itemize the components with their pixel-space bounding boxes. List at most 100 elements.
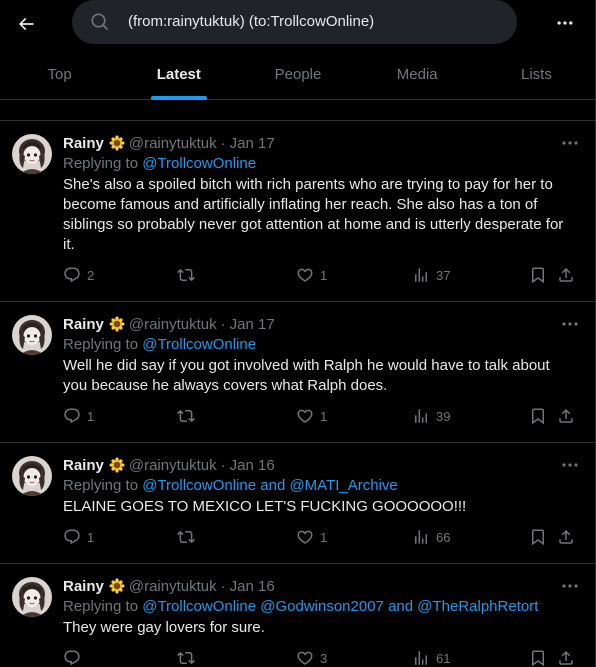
tweet[interactable]: Rainy @rainytuktuk · Jan 16 Replying to [0, 443, 595, 564]
replying-to-line: Replying to @TrollcowOnline and @MATI_Ar… [63, 476, 580, 496]
more-icon[interactable] [560, 578, 580, 594]
search-results-page: Rainy @rainytuktuk · Jan 17 Replying to [0, 0, 596, 667]
display-name[interactable]: Rainy [63, 457, 104, 474]
share-button[interactable] [557, 648, 575, 667]
retweet-button[interactable] [177, 527, 201, 547]
replying-to-users[interactable]: @TrollcowOnline [142, 336, 256, 353]
retweet-icon [177, 651, 195, 665]
display-name[interactable]: Rainy [63, 316, 104, 333]
views-icon [415, 530, 427, 544]
tab-label: Top [47, 66, 72, 83]
replying-to-users[interactable]: @TrollcowOnline @Godwinson2007 and @TheR… [142, 598, 538, 615]
tab-label: Latest [156, 66, 201, 83]
more-icon[interactable] [560, 135, 580, 151]
search-icon [91, 13, 109, 31]
display-name[interactable]: Rainy [63, 135, 104, 152]
reply-button[interactable]: 2 [63, 265, 94, 285]
tweet[interactable]: Rainy @rainytuktuk · Jan 17 Replying to [0, 121, 595, 302]
user-handle[interactable]: @rainytuktuk [129, 135, 217, 152]
tab-people[interactable]: People [238, 50, 357, 100]
share-button[interactable] [557, 265, 575, 285]
user-handle[interactable]: @rainytuktuk [129, 578, 217, 595]
share-button[interactable] [557, 527, 575, 547]
tab-lists[interactable]: Lists [477, 50, 595, 100]
tweet-actions: 2 1 37 [63, 265, 580, 301]
bookmark-button[interactable] [529, 265, 547, 285]
separator-dot: · [220, 134, 226, 152]
reply-icon [64, 267, 80, 283]
tab-label: Media [396, 66, 438, 83]
tab-top[interactable]: Top [0, 50, 119, 100]
tweet[interactable]: Rainy @rainytuktuk · Jan 17 Replying to [0, 302, 595, 443]
sunflower-icon [109, 135, 125, 151]
user-handle[interactable]: @rainytuktuk [129, 316, 217, 333]
bookmark-button[interactable] [529, 406, 547, 426]
view-count: 39 [436, 408, 451, 424]
share-icon [559, 267, 573, 282]
search-input[interactable]: (from:rainytuktuk) (to:TrollcowOnline) [72, 0, 517, 44]
like-button[interactable]: 3 [296, 648, 327, 667]
post-date[interactable]: Jan 17 [230, 135, 275, 152]
tab-media[interactable]: Media [358, 50, 477, 100]
avatar-image [12, 134, 52, 174]
tweet[interactable]: Rainy @rainytuktuk · Jan 16 Replying to [0, 564, 595, 667]
like-button[interactable]: 1 [296, 265, 327, 285]
views-icon [415, 268, 427, 282]
share-icon [559, 529, 573, 544]
bookmark-button[interactable] [529, 648, 547, 667]
views-button[interactable]: 39 [412, 406, 450, 426]
avatar[interactable] [12, 134, 52, 174]
display-name[interactable]: Rainy [63, 578, 104, 595]
tab-latest[interactable]: Latest [119, 50, 238, 100]
more-icon[interactable] [560, 457, 580, 473]
reply-icon [64, 529, 80, 545]
bookmark-button[interactable] [529, 527, 547, 547]
like-button[interactable]: 1 [296, 527, 327, 547]
reply-count: 2 [87, 267, 95, 283]
more-icon[interactable] [560, 316, 580, 332]
search-header: (from:rainytuktuk) (to:TrollcowOnline) T… [0, 0, 595, 100]
back-button[interactable] [8, 6, 44, 42]
post-date[interactable]: Jan 16 [230, 457, 275, 474]
retweet-button[interactable] [177, 406, 201, 426]
avatar[interactable] [12, 315, 52, 355]
avatar[interactable] [12, 577, 52, 617]
post-date[interactable]: Jan 16 [230, 578, 275, 595]
like-count: 1 [320, 267, 328, 283]
bookmark-icon [532, 529, 544, 546]
replying-to-users[interactable]: @TrollcowOnline and @MATI_Archive [142, 477, 398, 494]
avatar[interactable] [12, 456, 52, 496]
search-query-text: (from:rainytuktuk) (to:TrollcowOnline) [128, 13, 375, 30]
tweet-text: They were gay lovers for sure. [63, 619, 265, 636]
like-button[interactable]: 1 [296, 406, 327, 426]
tweet-actions: 3 61 [63, 648, 580, 667]
reply-button[interactable]: 1 [63, 527, 94, 547]
back-arrow-icon [18, 17, 34, 31]
sunflower-icon [109, 578, 125, 594]
views-button[interactable]: 61 [412, 648, 450, 667]
replying-to-label: Replying to [63, 336, 139, 353]
user-handle[interactable]: @rainytuktuk [129, 457, 217, 474]
more-options-button[interactable] [550, 8, 580, 38]
reply-button[interactable]: 1 [63, 406, 94, 426]
retweet-button[interactable] [177, 265, 201, 285]
tweet-actions: 1 1 39 [63, 406, 580, 442]
bookmark-icon [532, 267, 544, 284]
view-count: 66 [436, 529, 451, 545]
separator-dot: · [220, 577, 226, 595]
heart-icon [297, 409, 313, 423]
replying-to-users[interactable]: @TrollcowOnline [142, 155, 256, 172]
retweet-button[interactable] [177, 648, 201, 667]
reply-button[interactable] [63, 648, 87, 667]
bookmark-icon [532, 650, 544, 667]
share-button[interactable] [557, 406, 575, 426]
like-count: 3 [320, 650, 328, 666]
views-button[interactable]: 37 [412, 265, 450, 285]
separator-dot: · [220, 456, 226, 474]
retweet-icon [177, 530, 195, 544]
views-button[interactable]: 66 [412, 527, 450, 547]
share-icon [559, 408, 573, 423]
heart-icon [297, 530, 313, 544]
share-icon [559, 650, 573, 665]
post-date[interactable]: Jan 17 [230, 316, 275, 333]
